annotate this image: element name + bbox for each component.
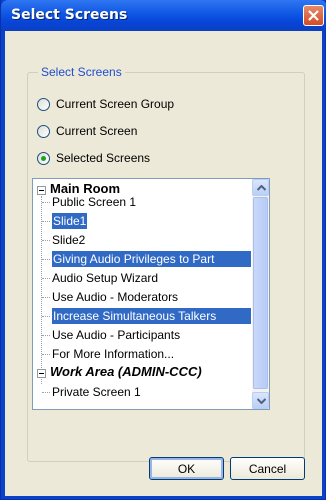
collapse-icon[interactable] [37, 186, 46, 195]
tree-item[interactable]: Audio Setup Wizard [52, 270, 158, 286]
group-legend: Select Screens [38, 65, 125, 79]
tree-item[interactable]: Use Audio - Moderators [52, 289, 178, 305]
radio-selected-screens[interactable]: Selected Screens [37, 150, 150, 166]
tree-item[interactable]: Private Screen 1 [52, 384, 141, 400]
radio-label: Current Screen Group [56, 97, 175, 111]
scroll-up-button[interactable] [252, 179, 269, 196]
screens-tree[interactable]: Main Room Public Screen 1 Slide1 Slide2 … [32, 178, 270, 410]
radio-button-checked[interactable] [37, 151, 50, 165]
dialog-body: Select Screens Current Screen Group Curr… [5, 31, 322, 496]
radio-current-screen[interactable]: Current Screen [37, 123, 137, 139]
tree-group-work-area[interactable]: Work Area (ADMIN-CCC) [50, 364, 202, 380]
title-bar[interactable]: Select Screens [1, 0, 326, 31]
radio-button[interactable] [37, 97, 50, 111]
chevron-down-icon [257, 398, 266, 404]
tree-item-selected[interactable]: Increase Simultaneous Talkers [52, 308, 251, 324]
tree-item[interactable]: For More Information... [52, 346, 174, 362]
tree-item[interactable]: Use Audio - Participants [52, 327, 180, 343]
collapse-icon[interactable] [37, 369, 46, 378]
tree-scrollbar[interactable] [252, 179, 269, 409]
tree-item[interactable]: Public Screen 1 [52, 194, 136, 210]
scroll-down-button[interactable] [252, 392, 269, 409]
tree-item-selected[interactable]: Giving Audio Privileges to Part [52, 251, 251, 267]
radio-label: Current Screen [56, 124, 138, 138]
select-screens-dialog: Select Screens Select Screens Current Sc… [0, 0, 326, 500]
scroll-thumb[interactable] [253, 197, 268, 389]
ok-button[interactable]: OK [149, 457, 224, 480]
cancel-button[interactable]: Cancel [230, 457, 305, 480]
close-icon [308, 10, 319, 21]
tree-item-selected[interactable]: Slide1 [52, 213, 88, 229]
tree-item[interactable]: Slide2 [52, 232, 85, 248]
close-button[interactable] [303, 5, 324, 26]
radio-current-screen-group[interactable]: Current Screen Group [37, 96, 174, 112]
radio-label: Selected Screens [56, 151, 151, 165]
window-title: Select Screens [11, 7, 128, 23]
chevron-up-icon [257, 185, 266, 191]
radio-button[interactable] [37, 124, 50, 138]
